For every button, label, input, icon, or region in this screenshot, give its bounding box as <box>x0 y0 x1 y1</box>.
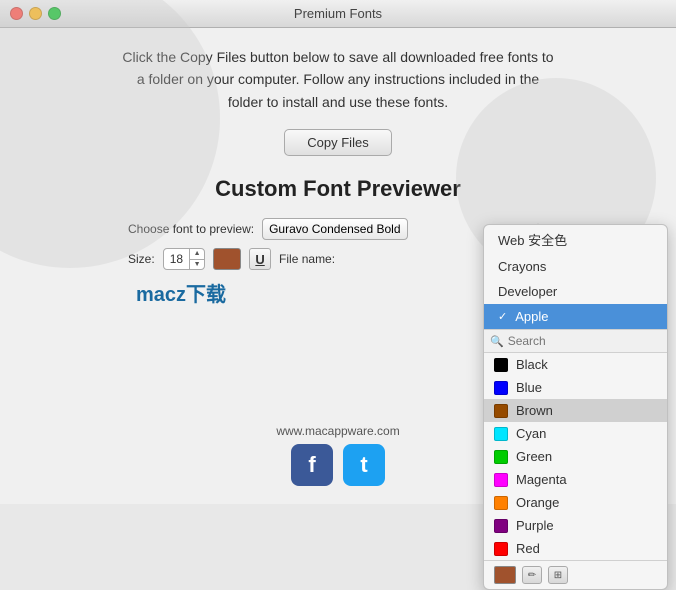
footer-color-swatch[interactable] <box>494 566 516 584</box>
section-title: Custom Font Previewer <box>215 176 461 202</box>
color-row-orange[interactable]: Orange <box>484 491 667 514</box>
check-mark: ✓ <box>498 310 507 323</box>
dropdown-item-developer[interactable]: Developer <box>484 279 667 304</box>
color-row-purple[interactable]: Purple <box>484 514 667 537</box>
twitter-button[interactable]: t <box>343 444 385 486</box>
color-row-brown[interactable]: Brown <box>484 399 667 422</box>
preview-text: macz下载 <box>136 284 226 306</box>
search-box: 🔍 <box>484 330 667 353</box>
dropdown-section-web: Web 安全色 Crayons Developer ✓ Apple <box>484 225 667 330</box>
color-dot-brown <box>494 404 508 418</box>
color-swatch[interactable] <box>213 248 241 270</box>
color-dot-blue <box>494 381 508 395</box>
underline-button[interactable]: U <box>249 248 271 270</box>
window-title: Premium Fonts <box>294 6 382 21</box>
copy-files-button[interactable]: Copy Files <box>284 129 391 156</box>
window-buttons <box>10 7 61 20</box>
size-value: 18 <box>164 252 189 266</box>
size-label: Size: <box>128 252 155 266</box>
color-dot-cyan <box>494 427 508 441</box>
color-dot-red <box>494 542 508 556</box>
dropdown-item-web-safe[interactable]: Web 安全色 <box>484 225 667 254</box>
grid-icon[interactable]: ⊞ <box>548 566 568 584</box>
main-content: Click the Copy Files button below to sav… <box>0 28 676 504</box>
description-text: Click the Copy Files button below to sav… <box>118 46 558 113</box>
maximize-button[interactable] <box>48 7 61 20</box>
social-icons: f t <box>291 444 385 486</box>
color-row-red[interactable]: Red <box>484 537 667 560</box>
color-row-green[interactable]: Green <box>484 445 667 468</box>
color-row-cyan[interactable]: Cyan <box>484 422 667 445</box>
close-button[interactable] <box>10 7 23 20</box>
minimize-button[interactable] <box>29 7 42 20</box>
filename-label: File name: <box>279 252 335 266</box>
search-input[interactable] <box>508 334 661 348</box>
color-dot-black <box>494 358 508 372</box>
color-dot-orange <box>494 496 508 510</box>
size-down-arrow[interactable]: ▼ <box>190 260 204 271</box>
color-list: Black Blue Brown Cyan Green Magenta <box>484 353 667 560</box>
dropdown-footer: ✏ ⊞ <box>484 560 667 589</box>
font-select-wrapper: Guravo Condensed Bold <box>262 218 520 240</box>
facebook-button[interactable]: f <box>291 444 333 486</box>
font-select[interactable]: Guravo Condensed Bold <box>262 218 408 240</box>
size-arrows: ▲ ▼ <box>189 248 204 270</box>
size-stepper: 18 ▲ ▼ <box>163 248 205 270</box>
eyedropper-icon[interactable]: ✏ <box>522 566 542 584</box>
footer-url: www.macappware.com <box>276 424 399 438</box>
footer: www.macappware.com f t <box>276 424 399 494</box>
color-picker-dropdown: Web 安全色 Crayons Developer ✓ Apple 🔍 Blac… <box>483 224 668 590</box>
color-dot-purple <box>494 519 508 533</box>
size-up-arrow[interactable]: ▲ <box>190 248 204 260</box>
color-row-blue[interactable]: Blue <box>484 376 667 399</box>
color-row-black[interactable]: Black <box>484 353 667 376</box>
title-bar: Premium Fonts <box>0 0 676 28</box>
color-row-magenta[interactable]: Magenta <box>484 468 667 491</box>
color-dot-green <box>494 450 508 464</box>
dropdown-item-apple[interactable]: ✓ Apple <box>484 304 667 329</box>
search-icon: 🔍 <box>490 335 504 348</box>
color-dot-magenta <box>494 473 508 487</box>
dropdown-item-crayons[interactable]: Crayons <box>484 254 667 279</box>
font-label: Choose font to preview: <box>128 222 254 236</box>
